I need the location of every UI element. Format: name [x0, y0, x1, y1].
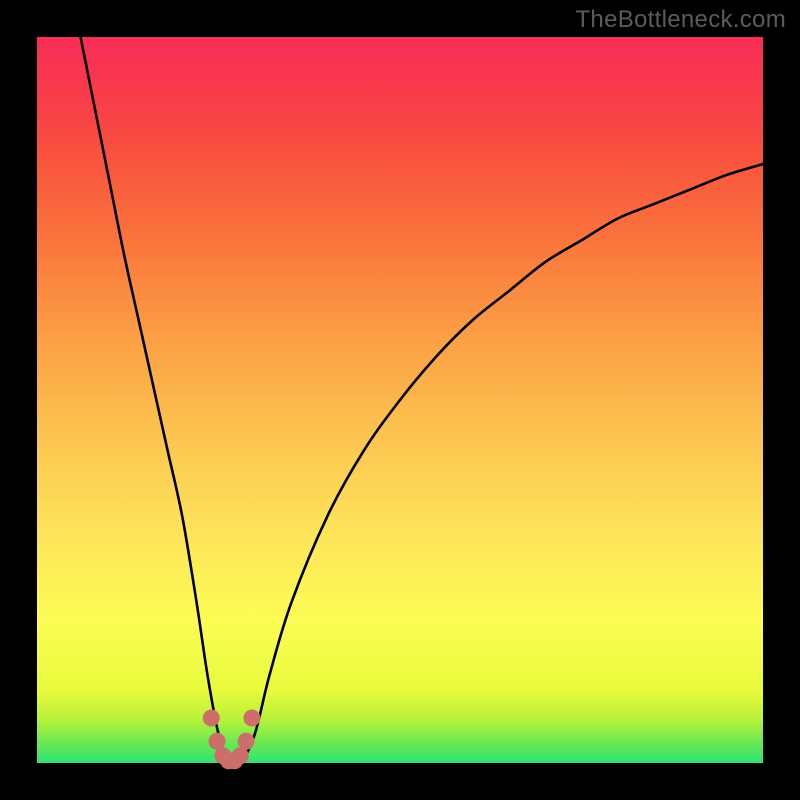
minimum-dot [209, 733, 226, 750]
minimum-dot [232, 747, 249, 764]
bottleneck-curve [81, 37, 763, 767]
minimum-dots [203, 709, 261, 769]
minimum-dot [238, 733, 255, 750]
minimum-dot [243, 709, 260, 726]
watermark-label: TheBottleneck.com [575, 6, 786, 34]
chart-svg [37, 37, 763, 763]
chart-frame: TheBottleneck.com [0, 0, 800, 800]
minimum-dot [203, 709, 220, 726]
